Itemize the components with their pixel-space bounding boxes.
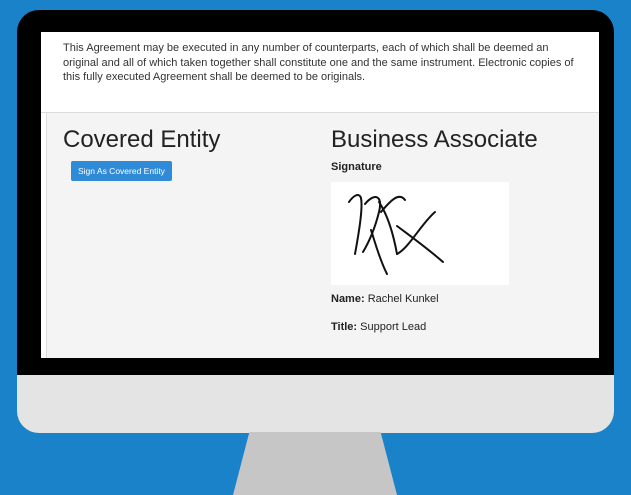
name-value: Rachel Kunkel [367,293,439,305]
signer-title: Title: Support Lead [331,321,591,333]
signer-name: Name: Rachel Kunkel [331,293,591,305]
screen: This Agreement may be executed in any nu… [41,32,599,358]
agreement-text: This Agreement may be executed in any nu… [63,42,574,83]
sign-as-covered-entity-button[interactable]: Sign As Covered Entity [71,161,172,181]
name-label: Name: [331,293,365,305]
business-associate-heading: Business Associate [331,126,538,153]
signature-image [331,182,509,285]
monitor-stand [233,432,397,495]
signature-label: Signature [331,161,382,173]
covered-entity-section: Covered Entity Sign As Covered Entity [63,125,313,181]
agreement-clause: This Agreement may be executed in any nu… [41,32,599,113]
monitor-chin [17,375,614,433]
title-label: Title: [331,321,358,333]
covered-entity-heading: Covered Entity [63,126,221,153]
signature-panel: Covered Entity Sign As Covered Entity Bu… [46,113,599,358]
title-value: Support Lead [360,321,427,333]
business-associate-section: Business Associate Signature Name: Rache… [331,125,591,333]
monitor-illustration: This Agreement may be executed in any nu… [17,10,614,433]
